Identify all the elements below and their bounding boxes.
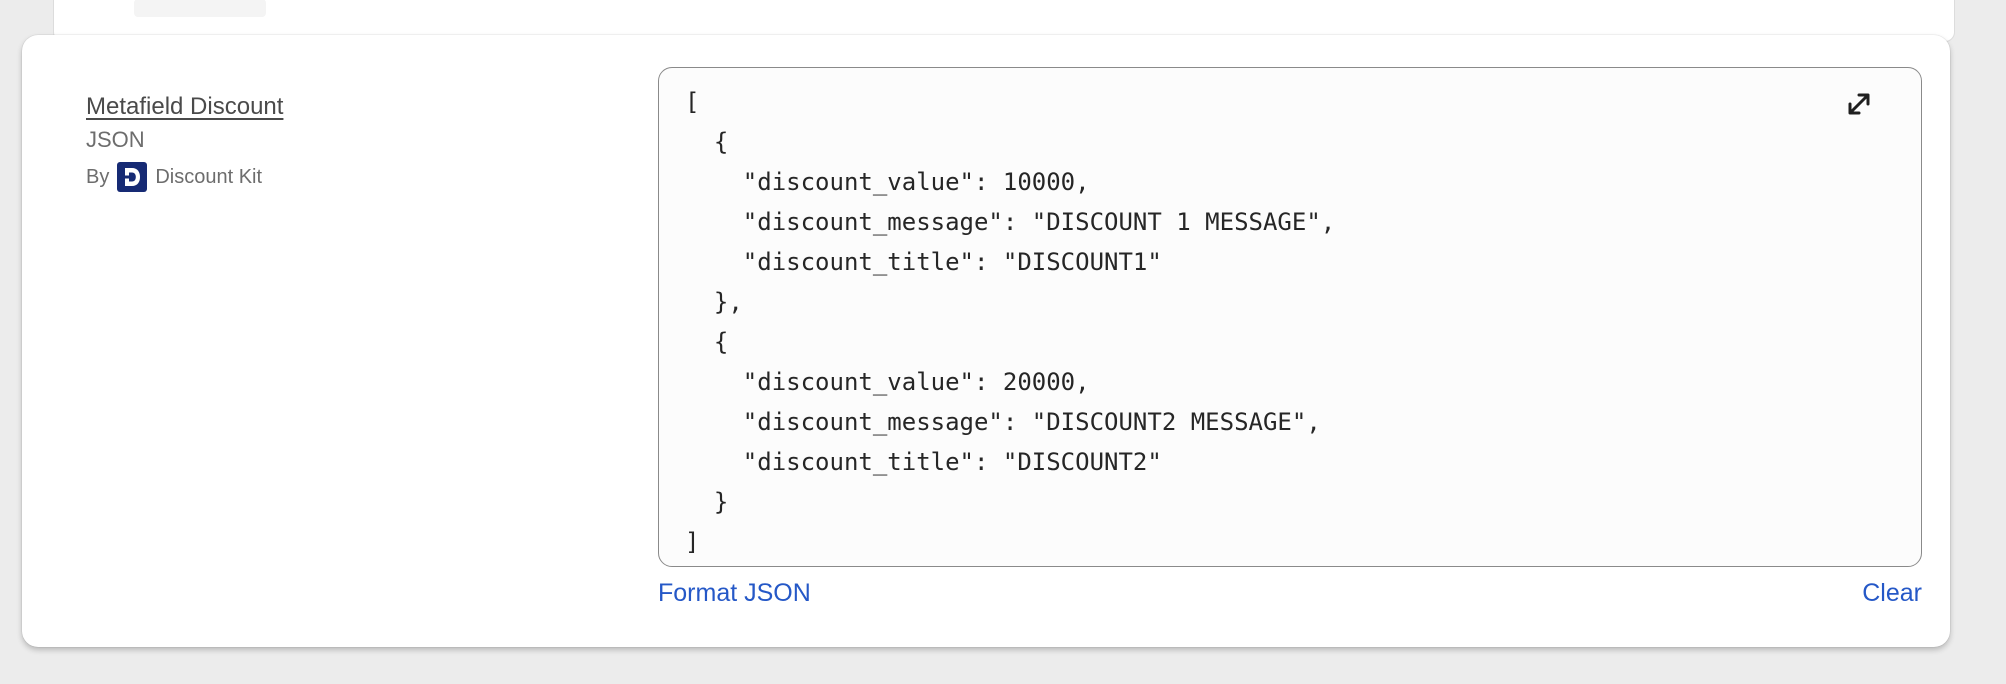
- metafield-type: JSON: [86, 127, 145, 152]
- metafield-card: Metafield Discount JSON By Discount Kit …: [22, 35, 1950, 647]
- expand-arrows-icon: [1848, 93, 1870, 115]
- app-logo-glyph: [125, 168, 141, 186]
- previous-card-placeholder: [134, 0, 266, 17]
- discount-kit-logo-icon: [117, 162, 148, 192]
- json-code[interactable]: [ { "discount_value": 10000, "discount_m…: [685, 82, 1335, 562]
- clear-button[interactable]: Clear: [1862, 575, 1922, 611]
- metafield-owner: By Discount Kit: [86, 161, 283, 193]
- app-name: Discount Kit: [155, 166, 263, 188]
- metafield-info: Metafield Discount JSON By Discount Kit: [86, 91, 283, 193]
- format-json-button[interactable]: Format JSON: [658, 575, 811, 611]
- expand-button[interactable]: [1841, 86, 1877, 122]
- metafield-title-link[interactable]: Metafield Discount: [86, 91, 283, 123]
- json-editor[interactable]: [ { "discount_value": 10000, "discount_m…: [658, 67, 1922, 567]
- by-label: By: [86, 166, 110, 188]
